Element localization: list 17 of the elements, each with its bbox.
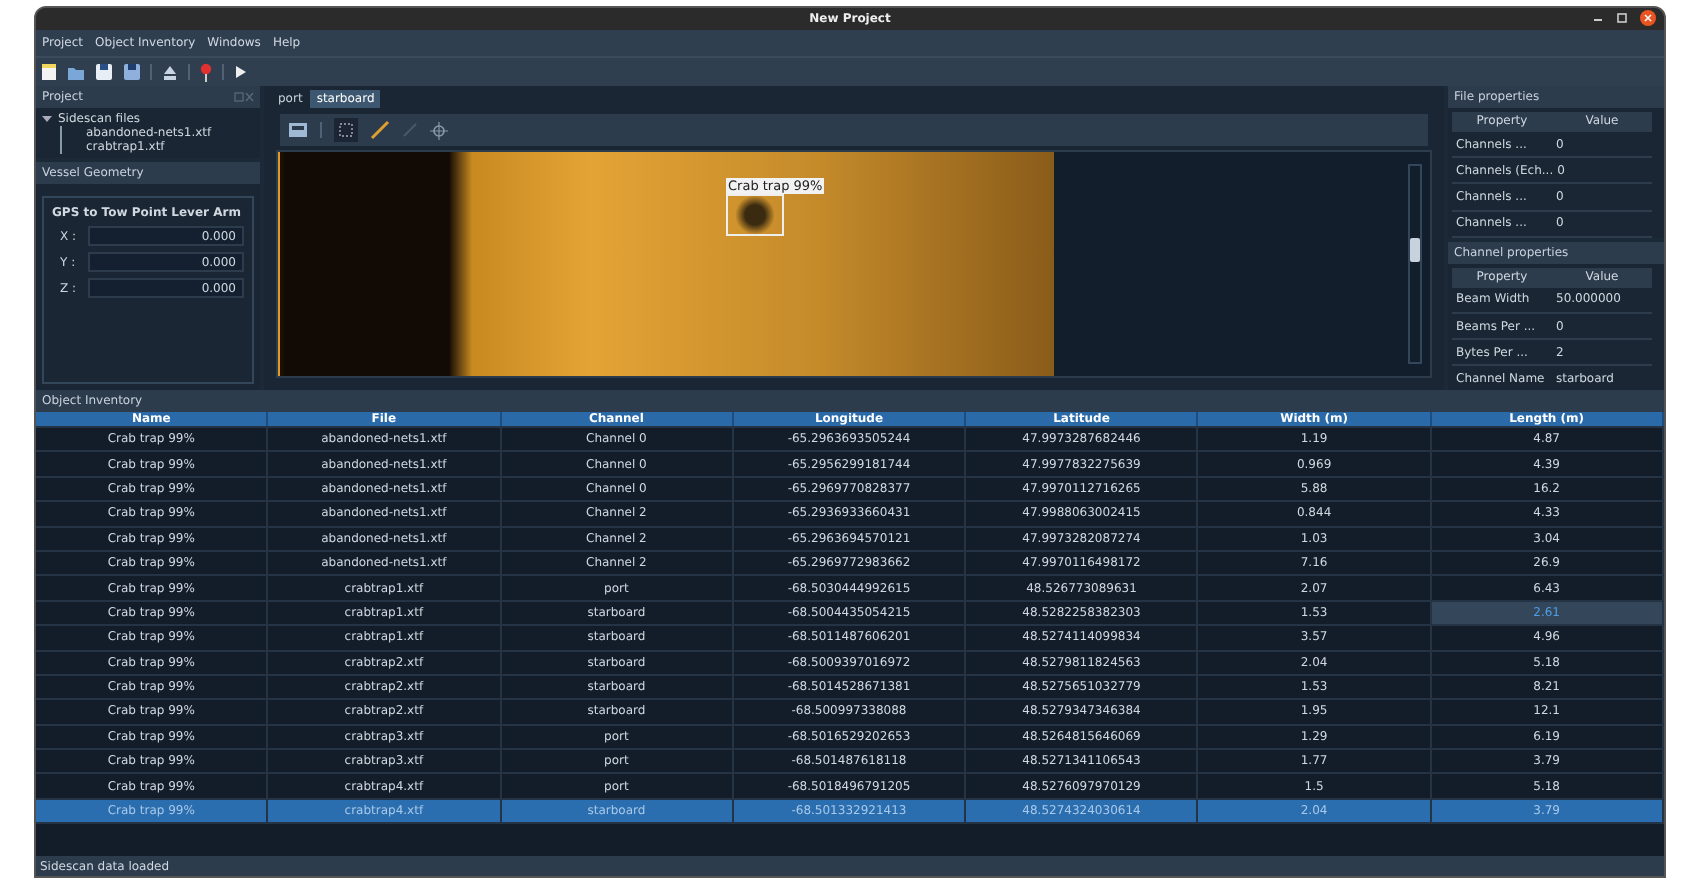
detection-box: [726, 194, 784, 236]
scrollbar[interactable]: [1408, 164, 1422, 364]
play-icon[interactable]: [232, 64, 248, 80]
eject-icon[interactable]: [160, 62, 180, 82]
new-file-icon[interactable]: [40, 62, 58, 82]
crosshair-icon[interactable]: [430, 121, 448, 139]
save-icon[interactable]: [94, 62, 114, 82]
folder-icon[interactable]: [66, 62, 86, 82]
tool-icon: [402, 122, 418, 138]
expand-arrow-icon[interactable]: [42, 114, 52, 124]
image-icon[interactable]: [288, 122, 308, 138]
close-icon[interactable]: [1640, 10, 1656, 26]
pencil-icon[interactable]: [370, 120, 390, 140]
save-as-icon[interactable]: [122, 62, 142, 82]
select-rectangle-icon[interactable]: [334, 118, 358, 142]
map-pin-icon[interactable]: [198, 62, 214, 82]
maximize-icon[interactable]: [1616, 12, 1628, 24]
